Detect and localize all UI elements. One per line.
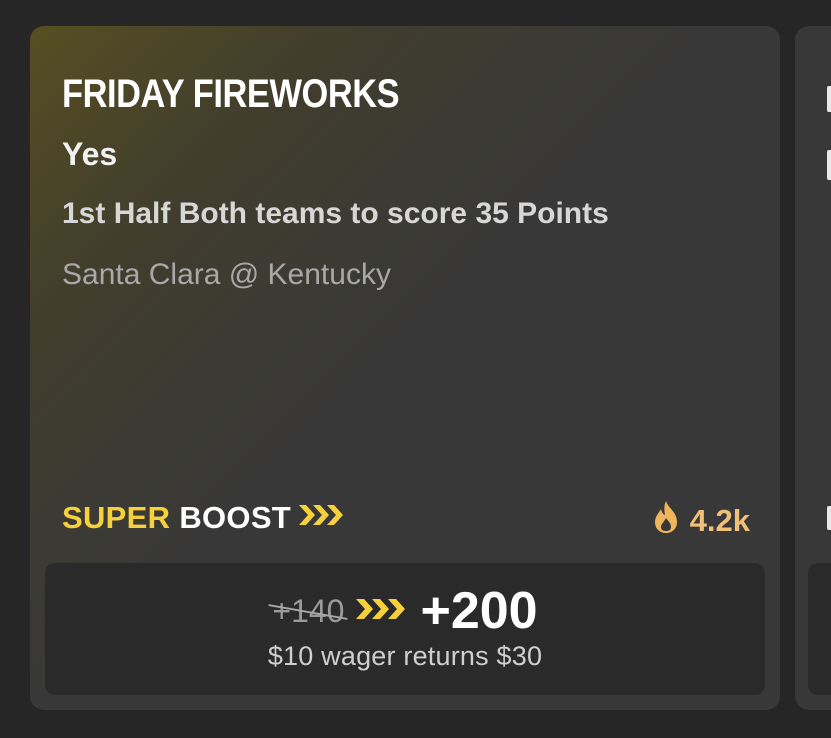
boost-label-super: SUPER: [62, 500, 171, 535]
promo-title: FRIDAY FIREWORKS: [62, 72, 400, 116]
selection-label: Yes: [62, 136, 118, 172]
original-odds: +140: [268, 593, 349, 630]
boost-carousel: FRIDAY FIREWORKS Yes 1st Half Both teams…: [0, 0, 831, 738]
odds-button[interactable]: +140 +200 $10 wager returns $30: [45, 563, 765, 695]
next-card-title-fragment: [827, 86, 831, 112]
triple-chevron-right-icon: [356, 596, 406, 627]
boost-label-boost: BOOST: [179, 500, 292, 535]
triple-chevron-right-icon: [299, 500, 345, 536]
event-matchup: Santa Clara @ Kentucky: [62, 258, 391, 291]
super-boost-badge: SUPER BOOST: [62, 500, 345, 536]
boosted-odds: +200: [420, 582, 538, 640]
next-card-boost-fragment: [827, 506, 831, 530]
next-card-text-fragment: [827, 150, 831, 180]
promo-card[interactable]: FRIDAY FIREWORKS Yes 1st Half Both teams…: [30, 26, 780, 710]
wager-returns-text: $10 wager returns $30: [267, 641, 543, 671]
odds-line: +140 +200: [45, 582, 765, 640]
flame-icon: [652, 500, 680, 542]
popularity-count: 4.2k: [652, 500, 750, 542]
popularity-value: 4.2k: [689, 503, 750, 538]
market-description: 1st Half Both teams to score 35 Points: [62, 197, 609, 230]
next-card-odds-fragment: [808, 563, 831, 695]
